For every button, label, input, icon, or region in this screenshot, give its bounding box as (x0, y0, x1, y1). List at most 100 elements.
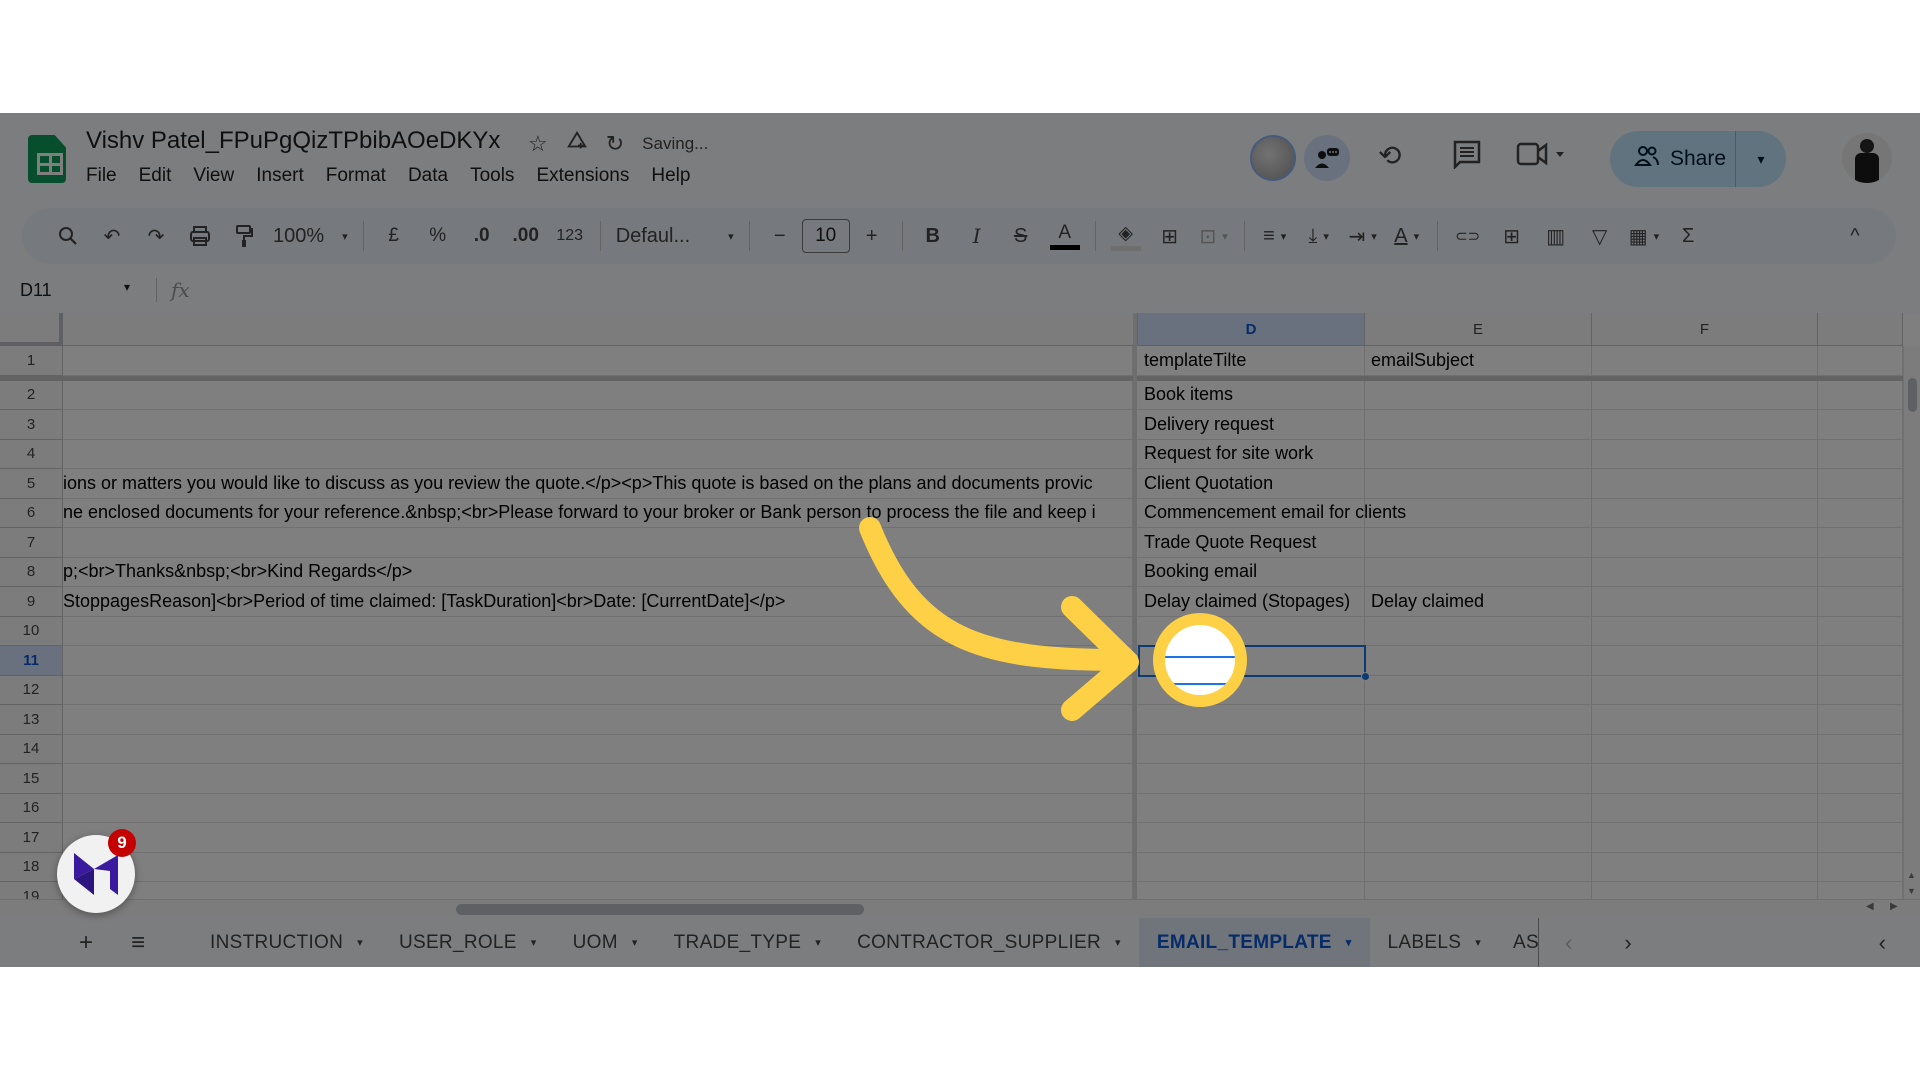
column-header-g[interactable] (1818, 313, 1903, 346)
cell-hidden-content[interactable] (63, 734, 1133, 763)
cell-f[interactable] (1592, 528, 1818, 557)
side-panel-toggle-icon[interactable]: ‹ (1879, 930, 1886, 956)
row-header[interactable]: 6 (0, 498, 63, 528)
percent-format-button[interactable]: % (423, 216, 453, 256)
cell-hidden-content[interactable] (63, 852, 1133, 881)
cell-d[interactable]: Request for site work (1138, 439, 1365, 468)
chevron-down-icon[interactable]: ▾ (1346, 936, 1352, 949)
column-header-d[interactable]: D (1138, 313, 1365, 346)
sheet-tab-as[interactable]: AS (1499, 918, 1540, 967)
cell-f[interactable] (1592, 439, 1818, 468)
cell-hidden-content[interactable] (63, 882, 1133, 899)
cell-hidden-content[interactable] (63, 793, 1133, 822)
cell-e[interactable] (1365, 646, 1592, 675)
undo-icon[interactable]: ↶ (97, 216, 127, 256)
cell-g[interactable] (1818, 734, 1903, 763)
cell-hidden-content[interactable]: ions or matters you would like to discus… (63, 469, 1133, 498)
cell-g[interactable] (1818, 823, 1903, 852)
menu-insert[interactable]: Insert (256, 165, 315, 187)
cell-hidden-content[interactable] (63, 705, 1133, 734)
cell-g[interactable] (1818, 528, 1903, 557)
menu-format[interactable]: Format (326, 165, 397, 187)
scroll-tabs-right-icon[interactable]: › (1624, 930, 1631, 956)
zoom-select[interactable]: 100% ▾ (273, 216, 348, 256)
row-header[interactable]: 1 (0, 346, 63, 376)
cell-hidden-content[interactable] (63, 410, 1133, 439)
cell-d[interactable]: Trade Quote Request (1138, 528, 1365, 557)
column-header-hidden[interactable] (63, 313, 1138, 346)
insert-link-icon[interactable]: ⊂⊃ (1453, 216, 1483, 256)
account-avatar[interactable] (1842, 133, 1892, 183)
cell-d[interactable] (1138, 764, 1365, 793)
select-all-corner[interactable] (0, 313, 63, 346)
font-size-input[interactable]: 10 (801, 219, 850, 253)
row-header[interactable]: 12 (0, 675, 63, 705)
cell-f[interactable] (1592, 410, 1818, 439)
cell-hidden-content[interactable]: p;<br>Thanks&nbsp;<br>Kind Regards</p> (63, 557, 1133, 586)
document-title[interactable]: Vishv Patel_FPuPgQizTPbibAOeDKYx (86, 127, 500, 155)
column-header-e[interactable]: E (1365, 313, 1592, 346)
cell-e[interactable] (1365, 616, 1592, 645)
cell-e[interactable] (1365, 557, 1592, 586)
frozen-row-divider[interactable] (0, 375, 1903, 381)
comments-icon[interactable] (1452, 139, 1482, 176)
sheet-tab-email-template[interactable]: EMAIL_TEMPLATE ▾ (1138, 918, 1370, 967)
vertical-scrollbar[interactable]: ▲ ▼ (1903, 346, 1920, 899)
vertical-scroll-thumb[interactable] (1908, 378, 1917, 412)
star-icon[interactable]: ☆ (528, 131, 548, 157)
menu-extensions[interactable]: Extensions (536, 165, 640, 187)
horizontal-scroll-thumb[interactable] (456, 904, 864, 915)
chevron-down-icon[interactable]: ▾ (1115, 936, 1121, 949)
cell-f[interactable] (1592, 823, 1818, 852)
cell-f[interactable] (1592, 346, 1818, 375)
cell-g[interactable] (1818, 646, 1903, 675)
cell-e[interactable] (1365, 764, 1592, 793)
merge-cells-icon[interactable]: ⊡ ▾ (1199, 216, 1229, 256)
cell-e[interactable] (1365, 705, 1592, 734)
vertical-align-icon[interactable]: ⤓ ▾ (1304, 216, 1334, 256)
chat-icon[interactable] (1304, 135, 1350, 181)
cell-hidden-content[interactable]: StoppagesReason]<br>Period of time claim… (63, 587, 1133, 616)
row-header[interactable]: 17 (0, 823, 63, 853)
cell-f[interactable] (1592, 675, 1818, 704)
row-header[interactable]: 9 (0, 587, 63, 617)
drive-add-icon[interactable] (566, 130, 588, 158)
cell-e[interactable] (1365, 528, 1592, 557)
row-header[interactable]: 4 (0, 439, 63, 469)
chevron-down-icon[interactable]: ▾ (815, 936, 821, 949)
sheet-tab-labels[interactable]: LABELS ▾ (1370, 918, 1499, 967)
cell-f[interactable] (1592, 557, 1818, 586)
menu-view[interactable]: View (193, 165, 245, 187)
text-color-button[interactable]: A (1049, 216, 1080, 256)
cell-hidden-content[interactable] (63, 346, 1133, 375)
cell-g[interactable] (1818, 705, 1903, 734)
spreadsheet-grid[interactable]: D E F 1 templateTilte emailSubject 2 Book it… (0, 313, 1920, 899)
cell-f[interactable] (1592, 646, 1818, 675)
fill-handle[interactable] (1361, 671, 1370, 681)
cell-hidden-content[interactable] (63, 380, 1133, 409)
horizontal-scrollbar[interactable]: ◀ ▶ (0, 899, 1920, 917)
cell-f[interactable] (1592, 380, 1818, 409)
cell-d[interactable] (1138, 793, 1365, 822)
add-sheet-button[interactable]: + (60, 929, 112, 957)
cell-e[interactable]: emailSubject (1365, 346, 1592, 375)
fill-color-button[interactable]: ◈ (1110, 216, 1141, 256)
decrease-font-size-button[interactable]: − (765, 216, 795, 256)
sheet-tab-trade-type[interactable]: TRADE_TYPE ▾ (656, 918, 839, 967)
row-header[interactable]: 19 (0, 882, 63, 899)
row-header[interactable]: 14 (0, 734, 63, 764)
sheets-logo-icon[interactable] (28, 135, 66, 183)
cell-d[interactable] (1138, 823, 1365, 852)
frozen-column-divider[interactable] (1133, 313, 1137, 899)
cell-g[interactable] (1818, 587, 1903, 616)
cell-e[interactable] (1365, 439, 1592, 468)
cell-f[interactable] (1592, 587, 1818, 616)
cell-hidden-content[interactable] (63, 646, 1133, 675)
cell-g[interactable] (1818, 852, 1903, 881)
cell-g[interactable] (1818, 469, 1903, 498)
cell-f[interactable] (1592, 498, 1818, 527)
bold-button[interactable]: B (918, 216, 948, 256)
strikethrough-button[interactable]: S (1006, 216, 1036, 256)
cell-d[interactable]: Delay claimed (Stopages) (1138, 587, 1365, 616)
cell-g[interactable] (1818, 882, 1903, 899)
